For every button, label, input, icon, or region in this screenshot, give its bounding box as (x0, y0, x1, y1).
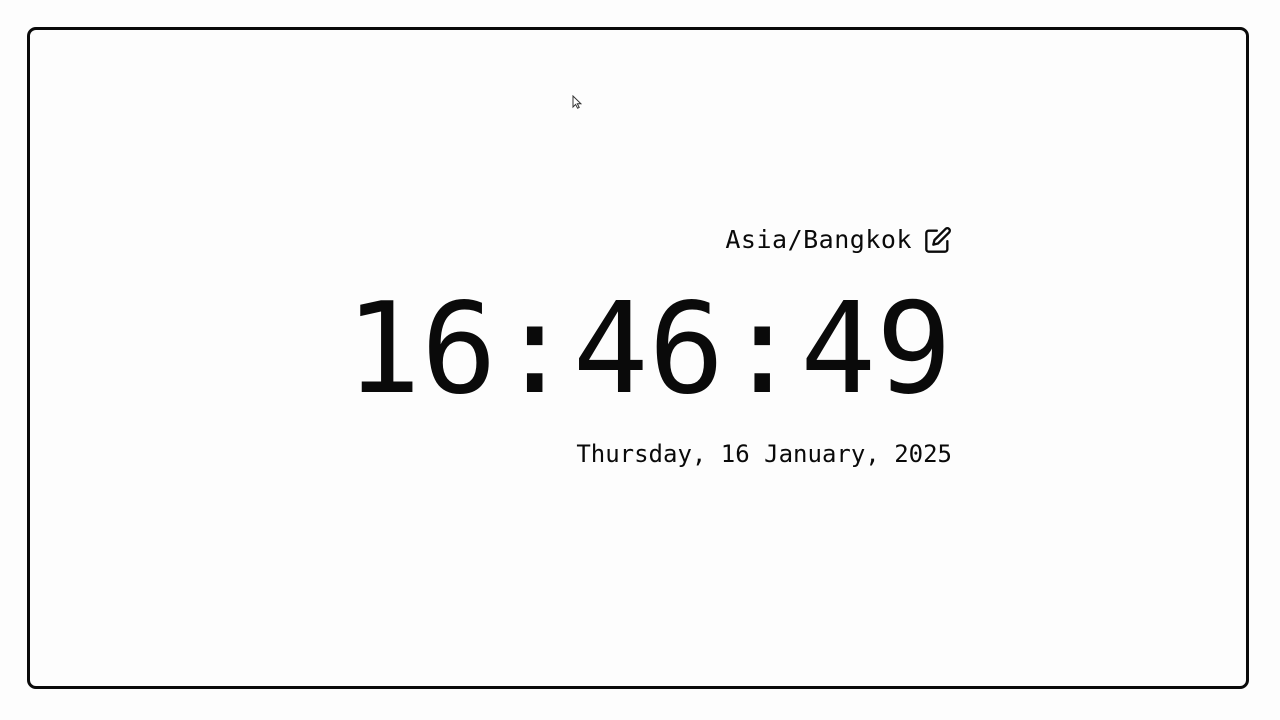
clock-widget: Asia/Bangkok 16:46:49 Thursday, 16 Janua… (345, 222, 952, 470)
clock-date: Thursday, 16 January, 2025 (576, 440, 952, 468)
timezone-row: Asia/Bangkok (725, 222, 952, 258)
mouse-pointer-icon (572, 94, 583, 109)
edit-icon[interactable] (924, 226, 952, 254)
timezone-label: Asia/Bangkok (725, 225, 912, 254)
clock-time: 16:46:49 (345, 275, 952, 422)
